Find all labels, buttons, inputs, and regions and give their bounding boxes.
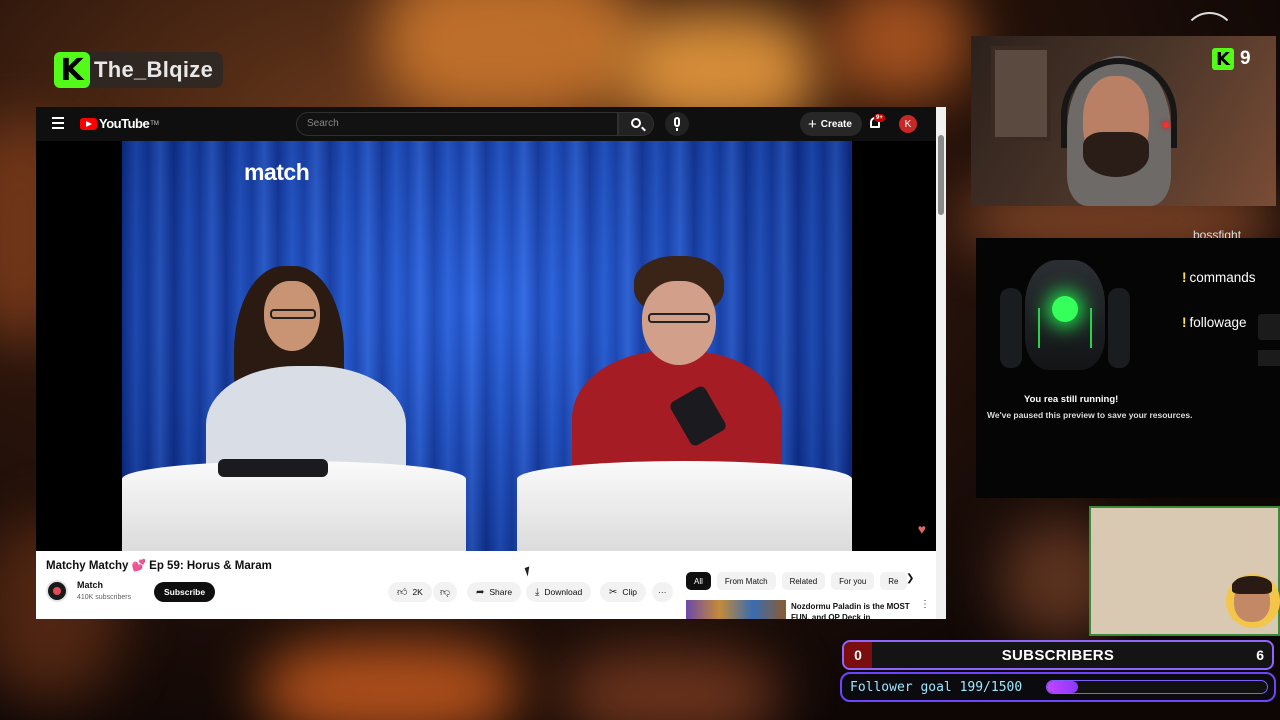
panel-scroll-tab xyxy=(1258,350,1280,366)
thumbs-down-icon: 👎︎ xyxy=(440,587,451,598)
download-label: Download xyxy=(544,587,583,597)
search-placeholder: Search xyxy=(307,118,339,129)
recommendation-chips: All From Match Related For you Re xyxy=(686,572,913,590)
share-button[interactable]: ➦ Share xyxy=(467,582,522,602)
video-table-right xyxy=(517,461,852,551)
video-player[interactable]: match ♥ xyxy=(36,141,936,551)
subscribers-label: SUBSCRIBERS xyxy=(1001,647,1115,664)
scrollbar[interactable] xyxy=(936,107,946,619)
follower-goal-fill xyxy=(1047,681,1078,693)
recommended-video-title[interactable]: Nozdormu Paladin is the MOST FUN, and OP… xyxy=(791,601,916,619)
more-actions-button[interactable]: ··· xyxy=(652,582,673,602)
search-button[interactable] xyxy=(618,112,654,136)
account-avatar[interactable]: K xyxy=(899,115,917,133)
youtube-logo-tm: TM xyxy=(150,120,159,127)
youtube-logo-text: YouTube xyxy=(99,116,150,131)
channel-avatar[interactable] xyxy=(46,580,68,602)
subscribe-button[interactable]: Subscribe xyxy=(154,582,216,602)
video-channel-logo: match xyxy=(244,159,310,185)
viewer-count: 9 xyxy=(1240,48,1251,69)
kick-logo-icon: K xyxy=(54,52,90,88)
share-label: Share xyxy=(489,587,513,597)
paused-preview-message: We've paused this preview to save your r… xyxy=(987,410,1193,420)
notification-count: 9+ xyxy=(874,114,885,122)
chevron-right-icon[interactable]: ❯ xyxy=(906,573,914,584)
recommended-more-icon[interactable]: ⋮ xyxy=(920,599,930,610)
search-input[interactable]: Search xyxy=(296,112,618,136)
command-item: ! followage xyxy=(1182,315,1247,330)
paused-preview-heading: You rea still running! xyxy=(1024,394,1119,405)
streamer-name-badge: K The_Blqize xyxy=(54,52,224,88)
download-icon: ⤓ xyxy=(535,586,540,598)
kick-viewer-icon: K xyxy=(1212,48,1234,70)
video-frame: match xyxy=(122,141,852,551)
youtube-header: YouTube TM Search + Create 9+ K xyxy=(36,107,946,141)
more-icon: ··· xyxy=(658,587,667,597)
command-partial-top: bossfight xyxy=(1193,228,1242,238)
subscribers-goal: 6 xyxy=(1256,647,1264,663)
like-button[interactable]: 👍︎ 2K xyxy=(388,582,432,602)
like-count: 2K xyxy=(412,587,423,597)
chip-for-you[interactable]: For you xyxy=(831,572,875,590)
panel-scroll-tab xyxy=(1258,314,1280,340)
chip-all[interactable]: All xyxy=(686,572,711,590)
viewer-count-badge: K 9 xyxy=(1212,48,1251,70)
youtube-play-icon xyxy=(80,117,97,130)
command-item: ! commands xyxy=(1182,270,1256,285)
mouse-cursor-icon xyxy=(524,566,533,577)
chip-recent[interactable]: Re xyxy=(880,572,907,590)
scissors-icon: ✂ xyxy=(609,586,618,598)
headset-icon xyxy=(1061,58,1177,148)
youtube-logo[interactable]: YouTube TM xyxy=(80,116,159,131)
robot-mascot-icon xyxy=(990,248,1140,398)
dislike-button[interactable]: 👎︎ xyxy=(433,582,458,602)
menu-icon[interactable] xyxy=(52,117,64,131)
create-button[interactable]: + Create xyxy=(800,112,862,136)
plus-icon: + xyxy=(808,115,817,133)
chip-from-match[interactable]: From Match xyxy=(716,572,776,590)
recommended-video-thumbnail[interactable] xyxy=(686,600,786,619)
scrollbar-thumb[interactable] xyxy=(938,135,944,215)
streamer-emote-icon xyxy=(1226,574,1280,628)
microphone-icon xyxy=(674,117,680,127)
channel-subscriber-count: 410K subscribers xyxy=(77,594,132,601)
download-button[interactable]: ⤓ Download xyxy=(526,582,592,602)
channel-name[interactable]: Match xyxy=(77,580,103,590)
voice-search-button[interactable] xyxy=(665,112,689,136)
create-label: Create xyxy=(820,118,852,130)
thumbs-up-icon: 👍︎ xyxy=(397,587,408,598)
heart-watermark-icon: ♥ xyxy=(917,521,926,537)
follower-goal-text: Follower goal 199/1500 xyxy=(850,680,1023,695)
youtube-window: YouTube TM Search + Create 9+ K match ♥ … xyxy=(36,107,946,619)
streamer-name: The_Blqize xyxy=(94,57,214,82)
video-title: Matchy Matchy 💕 Ep 59: Horus & Maram xyxy=(46,560,272,572)
follower-goal-bar: Follower goal 199/1500 xyxy=(840,672,1276,702)
chip-related[interactable]: Related xyxy=(781,572,826,590)
clip-label: Clip xyxy=(622,587,638,597)
follower-goal-track xyxy=(1046,680,1268,694)
clip-button[interactable]: ✂ Clip xyxy=(600,582,647,602)
share-icon: ➦ xyxy=(476,586,485,598)
subscribers-goal-bar: 0 SUBSCRIBERS 6 xyxy=(842,640,1274,670)
heart-emoji-icon: 💕 xyxy=(131,560,146,572)
search-icon xyxy=(631,118,641,128)
